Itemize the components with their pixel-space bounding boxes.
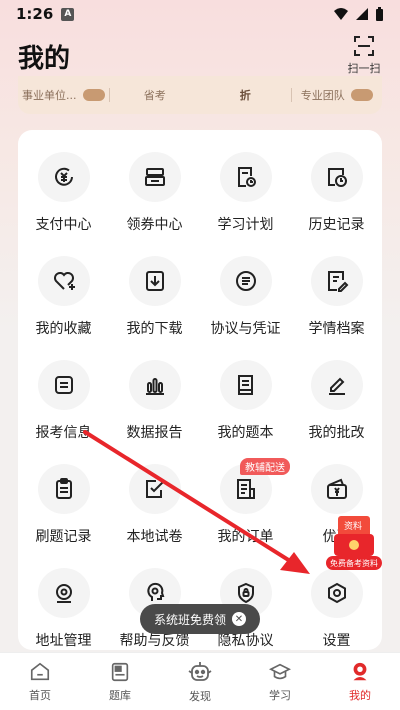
grid-item-help-feedback[interactable]: 帮助与反馈 [109,546,200,650]
promo-item: 事业单位... [18,87,109,103]
practice-record-icon [37,464,90,514]
promo-item: 省考 [110,87,201,103]
download-icon [128,256,181,306]
grid-label: 我的题本 [217,425,274,441]
scan-icon [354,36,374,56]
payment-icon [37,152,90,202]
grid-label: 我的下载 [126,321,183,337]
toast-text: 系统班免费领 [153,612,226,627]
location-icon [37,568,90,618]
grid-label: 我的订单 [217,529,274,545]
chart-icon [128,360,181,410]
grid-item-downloads[interactable]: 我的下载 [109,234,200,338]
float-promo-label: 免费备考资料 [330,559,378,568]
grid-item-favorites[interactable]: 我的收藏 [18,234,109,338]
grid-item-data-report[interactable]: 数据报告 [109,338,200,442]
archive-icon [310,256,363,306]
local-paper-icon [128,464,181,514]
grid-label: 我的收藏 [35,321,92,337]
discover-icon [188,661,212,681]
scan-label: 扫一扫 [347,62,381,75]
grid-item-study-plan[interactable]: 学习计划 [200,130,291,234]
status-bar: 1:26 A [0,0,400,28]
free-course-toast[interactable]: 系统班免费领 ✕ [140,604,260,634]
grid-item-coupon-center[interactable]: 领券中心 [109,130,200,234]
heart-icon [37,256,90,306]
free-materials-float-button[interactable]: 资料 免费备考资料 [322,510,386,574]
grid-item-privacy-agreement[interactable]: 隐私协议 [200,546,291,650]
nav-item-profile[interactable]: 我的 [320,653,400,710]
grid-label: 我的批改 [308,425,365,441]
grid-item-practice-record[interactable]: 刷题记录 [18,442,109,546]
grid-item-address-management[interactable]: 地址管理 [18,546,109,650]
profile-icon [353,662,367,680]
settings-icon [310,568,363,618]
grid-item-payment-center[interactable]: 支付中心 [18,130,109,234]
book-icon [219,360,272,410]
grid-label: 学习计划 [217,217,274,233]
grid-label: 领券中心 [126,217,183,233]
promo-text: 专业团队 [300,89,345,102]
status-time: 1:26 [16,5,54,23]
membership-promo-strip[interactable]: 事业单位... 省考 折 专业团队 [18,76,382,114]
grid-label: 学情档案 [308,321,365,337]
promo-item: 专业团队 [292,87,383,103]
notification-icon: A [61,7,75,21]
close-icon[interactable]: ✕ [232,612,246,626]
battery-icon [376,6,383,21]
agreement-icon [219,256,272,306]
home-icon [30,662,50,680]
nav-item-discover[interactable]: 发现 [160,653,240,710]
grid-item-local-papers[interactable]: 本地试卷 [109,442,200,546]
grid-label: 本地试卷 [126,529,183,545]
grid-item-agreements[interactable]: 协议与凭证 [200,234,291,338]
wifi-icon [334,8,348,20]
bottom-navigation: 首页 题库 发现 学习 我的 [0,652,400,710]
delivery-badge: 教辅配送 [240,458,290,475]
grid-label: 地址管理 [35,633,92,649]
grid-item-my-question-book[interactable]: 我的题本 [200,338,291,442]
promo-text: 折 [239,89,251,102]
pen-icon [310,360,363,410]
grid-label: 数据报告 [126,425,183,441]
grid-item-my-corrections[interactable]: 我的批改 [291,338,382,442]
grid-label: 协议与凭证 [210,321,281,337]
nav-label: 发现 [189,689,211,703]
nav-item-study[interactable]: 学习 [240,653,320,710]
grid-label: 报考信息 [35,425,92,441]
grid-label: 设置 [322,633,351,649]
scan-button[interactable]: 扫一扫 [342,34,386,78]
promo-text: 事业单位... [22,89,77,102]
nav-item-home[interactable]: 首页 [0,653,80,710]
promo-image [350,89,373,101]
nav-item-question-bank[interactable]: 题库 [80,653,160,710]
grid-item-history[interactable]: 历史记录 [291,130,382,234]
promo-text: 省考 [143,89,166,102]
discount-icon [310,464,363,514]
coupon-icon [128,152,181,202]
page-title: 我的 [18,44,71,74]
promo-item: 折 [200,87,291,103]
float-promo-top-label: 资料 [344,522,363,532]
study-icon [269,663,291,679]
grid-label: 历史记录 [308,217,365,233]
grid-label: 支付中心 [35,217,92,233]
question-bank-icon [111,662,129,681]
grid-item-my-orders[interactable]: 教辅配送 我的订单 [200,442,291,546]
history-icon [310,152,363,202]
grid-item-learning-archive[interactable]: 学情档案 [291,234,382,338]
grid-item-exam-info[interactable]: 报考信息 [18,338,109,442]
study-plan-icon [219,152,272,202]
nav-label: 我的 [349,688,371,702]
exam-info-icon [37,360,90,410]
nav-label: 首页 [29,688,51,702]
nav-label: 学习 [269,688,291,702]
signal-icon [356,8,368,20]
promo-image [82,89,105,101]
grid-label: 刷题记录 [35,529,92,545]
nav-label: 题库 [109,688,131,702]
